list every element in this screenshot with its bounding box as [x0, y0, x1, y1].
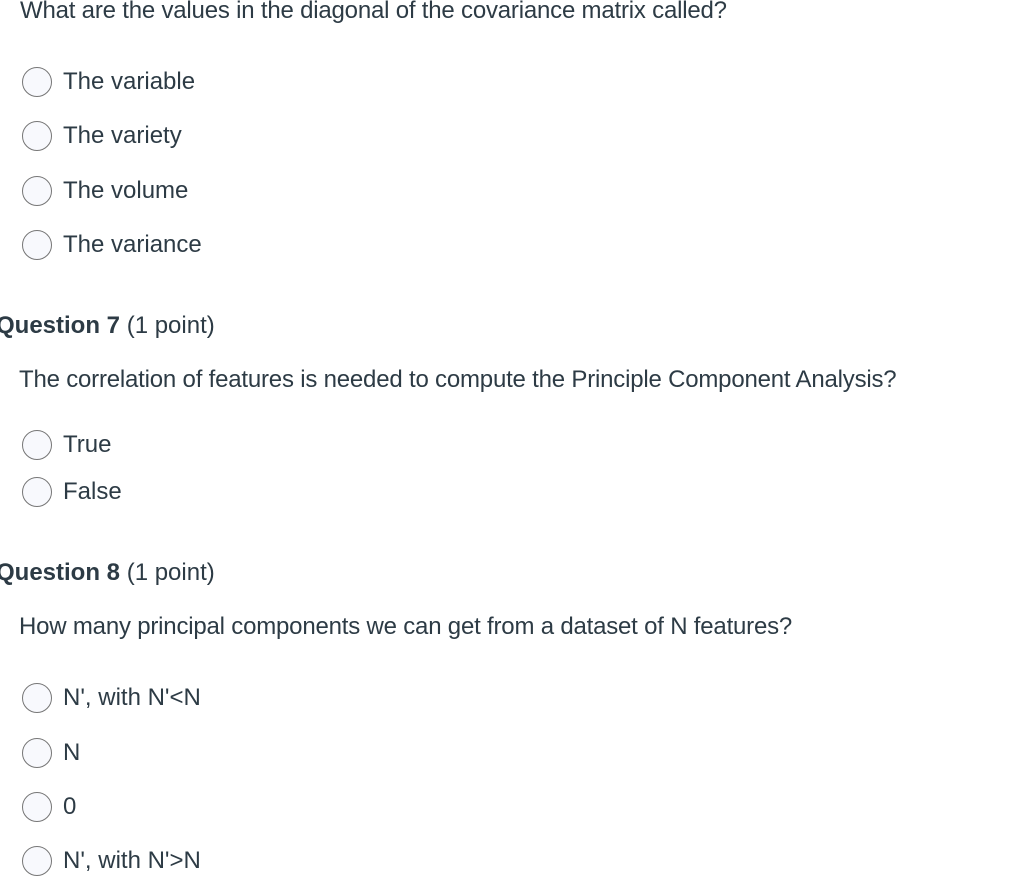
- option-label: 0: [63, 793, 77, 820]
- option-label: N', with N'>N: [63, 847, 201, 874]
- option-label: N: [63, 739, 81, 766]
- question-7-points: (1 point): [126, 312, 215, 339]
- question-6-prompt: What are the values in the diagonal of t…: [20, 0, 727, 24]
- radio-button[interactable]: [22, 176, 52, 206]
- question-8-option-4[interactable]: N', with N'>N: [22, 844, 201, 876]
- question-8-points: (1 point): [126, 559, 215, 586]
- question-6-option-1[interactable]: The variable: [22, 65, 195, 99]
- question-8-option-3[interactable]: 0: [22, 790, 76, 824]
- radio-button[interactable]: [22, 683, 52, 713]
- option-label: The variable: [63, 68, 196, 95]
- radio-button[interactable]: [22, 230, 52, 260]
- option-label: The variety: [63, 122, 182, 149]
- question-6-option-2[interactable]: The variety: [22, 119, 182, 153]
- option-label: N', with N'<N: [63, 684, 201, 711]
- radio-button[interactable]: [22, 67, 52, 97]
- option-label: The volume: [63, 177, 189, 204]
- radio-button[interactable]: [22, 792, 52, 822]
- radio-button[interactable]: [22, 477, 52, 507]
- question-6-option-4[interactable]: The variance: [22, 228, 202, 262]
- radio-button[interactable]: [22, 121, 52, 151]
- question-8-prompt: How many principal components we can get…: [19, 613, 793, 640]
- radio-button[interactable]: [22, 846, 52, 876]
- question-7-option-true[interactable]: True: [22, 428, 111, 462]
- radio-button[interactable]: [22, 738, 52, 768]
- option-label: False: [63, 478, 122, 505]
- radio-button[interactable]: [22, 430, 52, 460]
- question-7-title: Question 7: [0, 312, 121, 339]
- question-7-header: Question 7 (1 point): [0, 312, 215, 340]
- question-8-header: Question 8 (1 point): [0, 559, 215, 587]
- option-label: True: [63, 431, 112, 458]
- question-7-option-false[interactable]: False: [22, 475, 122, 509]
- question-8-option-1[interactable]: N', with N'<N: [22, 681, 201, 715]
- question-8-option-2[interactable]: N: [22, 736, 80, 770]
- question-8-title: Question 8: [0, 559, 121, 586]
- question-7-prompt: The correlation of features is needed to…: [19, 366, 897, 393]
- question-6-option-3[interactable]: The volume: [22, 174, 188, 208]
- option-label: The variance: [63, 231, 202, 258]
